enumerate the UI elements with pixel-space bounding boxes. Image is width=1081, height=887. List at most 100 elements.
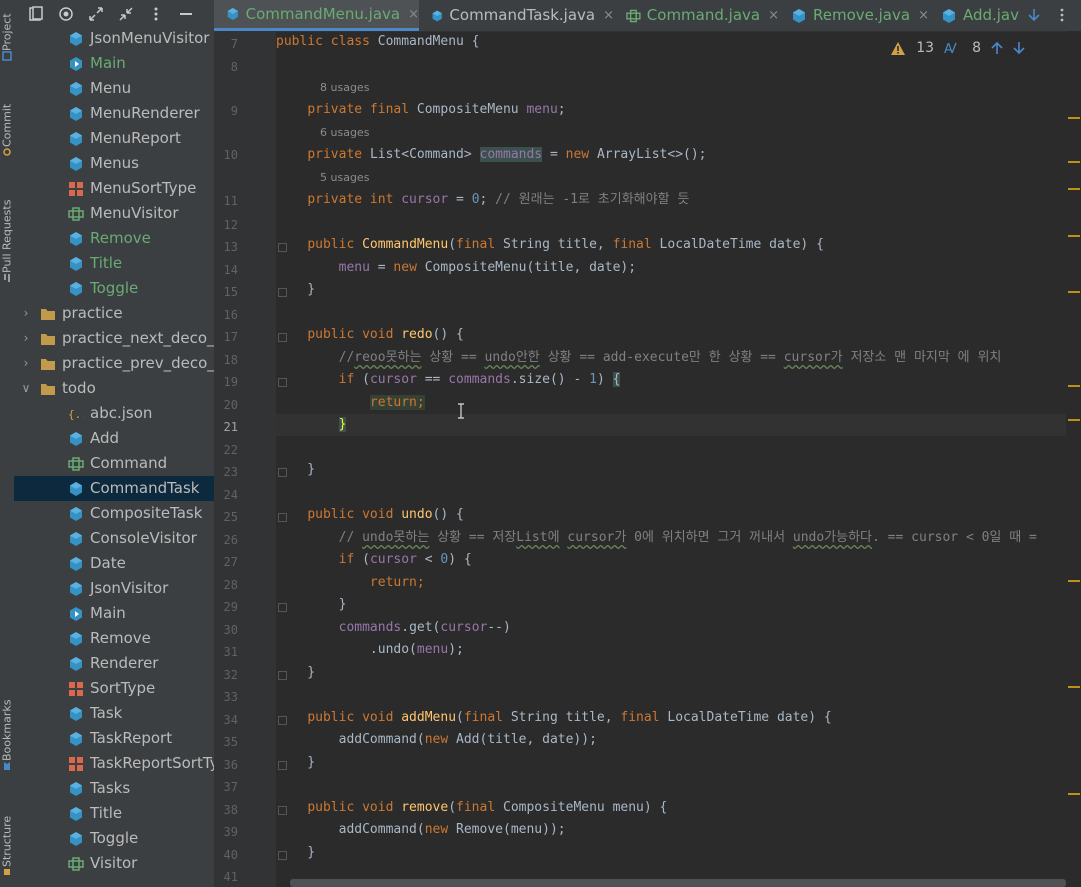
tree-item[interactable]: Add <box>14 426 214 451</box>
commit-tool-button[interactable]: Commit <box>0 92 15 160</box>
line-number[interactable]: 34 <box>214 713 238 727</box>
line-number[interactable]: 27 <box>214 555 238 569</box>
line-number[interactable]: 41 <box>214 870 238 884</box>
arrow-down-icon[interactable] <box>1027 8 1041 22</box>
close-icon[interactable]: × <box>603 0 614 31</box>
line-number[interactable]: 24 <box>214 488 238 502</box>
tree-item[interactable]: Main <box>14 601 214 626</box>
tree-item[interactable]: Toggle <box>14 826 214 851</box>
tree-item[interactable]: › practice_next_deco_fo <box>14 326 214 351</box>
tree-item[interactable]: JsonVisitor <box>14 576 214 601</box>
line-number[interactable]: 23 <box>214 465 238 479</box>
warning-marker[interactable] <box>1068 385 1080 387</box>
tree-item[interactable]: Task <box>14 701 214 726</box>
line-number[interactable]: 16 <box>214 308 238 322</box>
line-number[interactable]: 10 <box>214 148 238 162</box>
line-number[interactable]: 7 <box>214 37 238 51</box>
line-number[interactable]: 22 <box>214 443 238 457</box>
usages-hint[interactable]: 8 usages <box>320 81 369 94</box>
collapse-all-icon[interactable] <box>118 6 134 22</box>
line-number[interactable]: 37 <box>214 780 238 794</box>
tree-item[interactable]: Command <box>14 451 214 476</box>
line-number[interactable]: 20 <box>214 398 238 412</box>
line-number[interactable]: 18 <box>214 353 238 367</box>
tree-item[interactable]: › practice_prev_deco_fo <box>14 351 214 376</box>
tree-item[interactable]: {..} abc.json <box>14 401 214 426</box>
horizontal-scrollbar[interactable] <box>290 879 1066 887</box>
previous-highlight-icon[interactable] <box>991 41 1003 55</box>
warning-marker[interactable] <box>1068 161 1080 163</box>
warning-marker[interactable] <box>1068 419 1080 421</box>
line-number[interactable]: 31 <box>214 645 238 659</box>
tree-item[interactable]: Toggle <box>14 276 214 301</box>
warning-marker[interactable] <box>1068 291 1080 293</box>
editor-tab[interactable]: Remove.java × <box>779 0 929 31</box>
line-number[interactable]: 9 <box>214 104 238 118</box>
line-number[interactable]: 14 <box>214 263 238 277</box>
tree-item[interactable]: Visitor <box>14 851 214 876</box>
chevron-right-icon[interactable]: › <box>20 301 32 326</box>
line-number[interactable]: 11 <box>214 194 238 208</box>
line-number[interactable]: 21 <box>214 420 238 434</box>
line-number[interactable]: 15 <box>214 285 238 299</box>
line-number[interactable]: 35 <box>214 735 238 749</box>
select-opened-file-icon[interactable] <box>28 6 44 22</box>
close-icon[interactable]: × <box>918 0 929 31</box>
target-icon[interactable] <box>58 6 74 22</box>
code-editor[interactable]: public class CommandMenu { 8 usages priv… <box>276 31 1066 887</box>
editor-tab[interactable]: CommandMenu.java × <box>214 0 419 31</box>
warning-marker[interactable] <box>1068 793 1080 795</box>
chevron-right-icon[interactable]: › <box>20 351 32 376</box>
editor-error-stripe[interactable] <box>1066 31 1081 887</box>
next-highlight-icon[interactable] <box>1013 41 1025 55</box>
chevron-right-icon[interactable]: › <box>20 326 32 351</box>
editor-tab[interactable]: Command.java × <box>614 0 779 31</box>
tree-item[interactable]: Main <box>14 51 214 76</box>
tree-item[interactable]: TaskReport <box>14 726 214 751</box>
warning-marker[interactable] <box>1068 580 1080 582</box>
tree-item[interactable]: Title <box>14 251 214 276</box>
line-number[interactable]: 30 <box>214 623 238 637</box>
tab-menu-icon[interactable] <box>1055 8 1069 22</box>
close-icon[interactable]: × <box>408 0 419 30</box>
editor-gutter[interactable]: 7 8 9 10 11 12 13 14 15 16 17 18 19 20 21 22 23 24 25 26 27 2… <box>214 31 287 887</box>
line-number[interactable]: 12 <box>214 218 238 232</box>
tree-item[interactable]: SortType <box>14 676 214 701</box>
bookmarks-tool-button[interactable]: Bookmarks <box>0 688 15 774</box>
tree-item[interactable]: Remove <box>14 626 214 651</box>
line-number[interactable]: 17 <box>214 330 238 344</box>
warning-marker[interactable] <box>1068 235 1080 237</box>
line-number[interactable]: 32 <box>214 668 238 682</box>
line-number[interactable]: 33 <box>214 690 238 704</box>
usages-hint[interactable]: 6 usages <box>320 126 369 139</box>
tree-item[interactable]: ConsoleVisitor <box>14 526 214 551</box>
structure-tool-button[interactable]: Structure <box>0 800 15 880</box>
warning-marker[interactable] <box>1068 686 1080 688</box>
warning-marker[interactable] <box>1068 117 1080 119</box>
pull-requests-tool-button[interactable]: Pull Requests <box>0 186 15 286</box>
project-tool-button[interactable]: Project <box>0 2 15 64</box>
tree-item[interactable]: Date <box>14 551 214 576</box>
editor-tab[interactable]: Add.jav <box>929 0 1019 31</box>
tree-item[interactable]: MenuReport <box>14 126 214 151</box>
tree-item[interactable]: Remove <box>14 226 214 251</box>
hide-icon[interactable] <box>178 6 194 22</box>
tree-item[interactable]: › practice <box>14 301 214 326</box>
editor-tab[interactable]: CommandTask.java × <box>419 0 614 31</box>
tree-item[interactable]: Menu <box>14 76 214 101</box>
warning-marker[interactable] <box>1068 188 1080 190</box>
tree-item[interactable]: Title <box>14 801 214 826</box>
tree-item[interactable]: MenuSortType <box>14 176 214 201</box>
line-number[interactable]: 29 <box>214 600 238 614</box>
options-icon[interactable] <box>148 6 164 22</box>
tree-item[interactable]: Renderer <box>14 651 214 676</box>
tree-item[interactable]: ∨ todo <box>14 376 214 401</box>
line-number[interactable]: 36 <box>214 758 238 772</box>
line-number[interactable]: 38 <box>214 803 238 817</box>
tree-item[interactable]: Tasks <box>14 776 214 801</box>
tree-item[interactable]: CommandTask <box>14 476 214 501</box>
line-number[interactable]: 39 <box>214 825 238 839</box>
line-number[interactable]: 40 <box>214 848 238 862</box>
line-number[interactable]: 13 <box>214 240 238 254</box>
usages-hint[interactable]: 5 usages <box>320 171 369 184</box>
